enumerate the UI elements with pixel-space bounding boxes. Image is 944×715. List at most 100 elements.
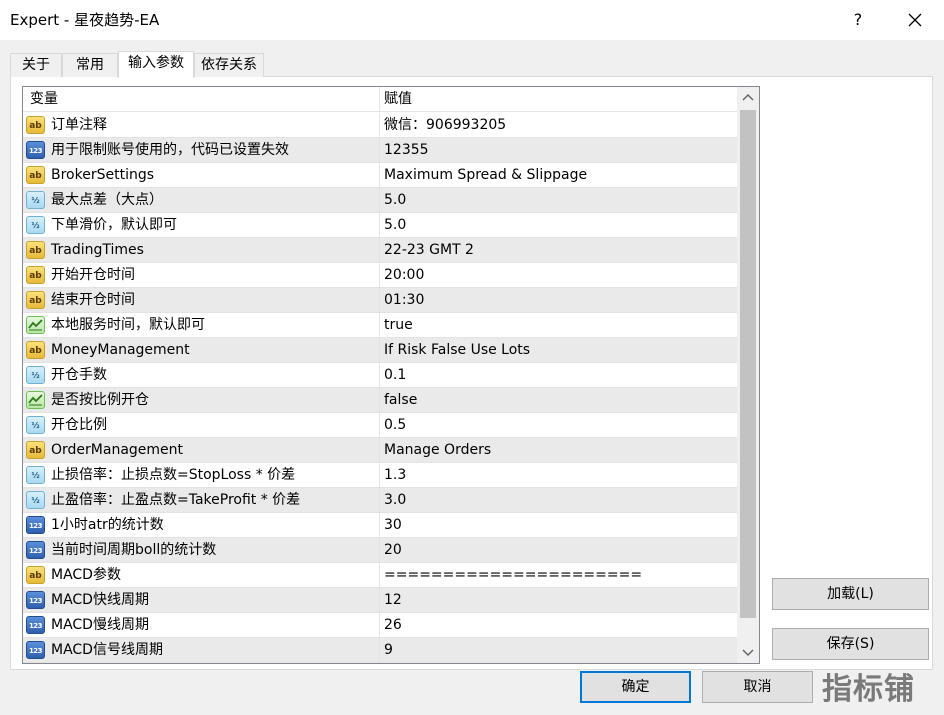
string-type-icon: ab [26, 291, 45, 309]
parameter-row[interactable]: ab MoneyManagement If Risk False Use Lots [23, 338, 737, 363]
close-icon [908, 13, 922, 27]
integer-type-icon: 123 [26, 641, 45, 659]
parameter-value[interactable]: 01:30 [384, 288, 424, 312]
parameter-value[interactable]: 微信：906993205 [384, 113, 506, 137]
tab-dependencies[interactable]: 依存关系 [194, 53, 264, 77]
parameter-row[interactable]: 123 当前时间周期boll的统计数 20 [23, 538, 737, 563]
parameter-name: 结束开仓时间 [51, 292, 135, 308]
column-header-variable[interactable]: 变量 [30, 87, 58, 112]
scrollbar-thumb[interactable] [740, 110, 756, 618]
parameter-value[interactable]: 5.0 [384, 188, 406, 212]
parameter-value[interactable]: 1.3 [384, 463, 406, 487]
parameter-value[interactable]: 22-23 GMT 2 [384, 238, 474, 262]
parameter-row[interactable]: ½ 开仓手数 0.1 [23, 363, 737, 388]
save-button[interactable]: 保存(S) [772, 628, 929, 660]
parameter-name: MoneyManagement [51, 342, 190, 358]
double-type-icon: ½ [26, 216, 45, 234]
parameter-row[interactable]: ½ 最大点差（大点） 5.0 [23, 188, 737, 213]
parameter-row[interactable]: 123 MACD信号线周期 9 [23, 638, 737, 663]
parameter-row[interactable]: 本地服务时间，默认即可 true [23, 313, 737, 338]
close-button[interactable] [903, 8, 927, 32]
double-type-icon: ½ [26, 366, 45, 384]
parameter-value[interactable]: If Risk False Use Lots [384, 338, 530, 362]
parameter-row[interactable]: 是否按比例开仓 false [23, 388, 737, 413]
boolean-type-icon [26, 316, 45, 334]
parameter-value[interactable]: 0.5 [384, 413, 406, 437]
string-type-icon: ab [26, 441, 45, 459]
parameter-name: 当前时间周期boll的统计数 [51, 542, 217, 558]
column-header-value[interactable]: 赋值 [384, 87, 412, 112]
parameter-row[interactable]: ab MACD参数 ====================== [23, 563, 737, 588]
parameter-value[interactable]: 26 [384, 613, 402, 637]
parameter-value[interactable]: 12355 [384, 138, 429, 162]
parameter-name: 订单注释 [51, 117, 107, 133]
parameter-value[interactable]: Maximum Spread & Slippage [384, 163, 587, 187]
parameter-row[interactable]: ½ 下单滑价，默认即可 5.0 [23, 213, 737, 238]
parameter-row[interactable]: ab TradingTimes 22-23 GMT 2 [23, 238, 737, 263]
parameter-value[interactable]: 30 [384, 513, 402, 537]
parameters-grid: 变量 赋值 ab 订单注释 微信：906993205 123 用于限制账号使用的，代码已… [22, 86, 760, 664]
grid-header: 变量 赋值 [23, 87, 737, 112]
parameter-name: BrokerSettings [51, 167, 155, 183]
parameter-value[interactable]: 20:00 [384, 263, 424, 287]
parameter-name: 1小时atr的统计数 [51, 517, 164, 533]
parameter-value[interactable]: 3.0 [384, 488, 406, 512]
parameter-name: MACD快线周期 [51, 592, 149, 608]
parameter-value[interactable]: 9 [384, 638, 393, 662]
tab-common[interactable]: 常用 [62, 53, 118, 77]
parameter-name: 下单滑价，默认即可 [51, 217, 177, 233]
scroll-down-arrow-icon[interactable] [737, 641, 759, 663]
parameter-row[interactable]: ab 开始开仓时间 20:00 [23, 263, 737, 288]
parameter-row[interactable]: ½ 止盈倍率：止盈点数=TakeProfit * 价差 3.0 [23, 488, 737, 513]
double-type-icon: ½ [26, 416, 45, 434]
string-type-icon: ab [26, 341, 45, 359]
scroll-up-arrow-icon[interactable] [737, 87, 759, 109]
help-button[interactable]: ? [848, 9, 868, 31]
parameter-value[interactable]: 12 [384, 588, 402, 612]
parameter-name: 开仓手数 [51, 367, 107, 383]
watermark-text: 指标铺 [822, 672, 915, 707]
parameter-name: 止盈倍率：止盈点数=TakeProfit * 价差 [51, 492, 301, 508]
string-type-icon: ab [26, 166, 45, 184]
double-type-icon: ½ [26, 491, 45, 509]
vertical-scrollbar[interactable] [737, 87, 759, 663]
parameter-row[interactable]: 123 用于限制账号使用的，代码已设置失效 12355 [23, 138, 737, 163]
parameter-value[interactable]: true [384, 313, 413, 337]
cancel-button[interactable]: 取消 [702, 671, 813, 703]
string-type-icon: ab [26, 116, 45, 134]
parameter-value[interactable]: 5.0 [384, 213, 406, 237]
integer-type-icon: 123 [26, 541, 45, 559]
parameter-value[interactable]: false [384, 388, 417, 412]
parameter-name: 止损倍率：止损点数=StopLoss * 价差 [51, 467, 296, 483]
parameter-name: TradingTimes [51, 242, 144, 258]
parameter-name: MACD信号线周期 [51, 642, 163, 658]
tab-inputs[interactable]: 输入参数 [118, 51, 194, 78]
parameter-value[interactable]: ====================== [384, 563, 642, 587]
parameter-value[interactable]: 20 [384, 538, 402, 562]
double-type-icon: ½ [26, 191, 45, 209]
parameter-row[interactable]: ½ 止损倍率：止损点数=StopLoss * 价差 1.3 [23, 463, 737, 488]
window-title: Expert - 星夜趋势-EA [10, 11, 160, 29]
parameter-name: 开仓比例 [51, 417, 107, 433]
parameter-row[interactable]: ab BrokerSettings Maximum Spread & Slippag… [23, 163, 737, 188]
integer-type-icon: 123 [26, 141, 45, 159]
parameter-value[interactable]: 0.1 [384, 363, 406, 387]
parameter-row[interactable]: ab 结束开仓时间 01:30 [23, 288, 737, 313]
parameter-name: MACD慢线周期 [51, 617, 149, 633]
parameter-name: 用于限制账号使用的，代码已设置失效 [51, 142, 289, 158]
parameter-row[interactable]: 123 MACD快线周期 12 [23, 588, 737, 613]
boolean-type-icon [26, 391, 45, 409]
tab-about[interactable]: 关于 [10, 53, 62, 77]
load-button[interactable]: 加载(L) [772, 578, 929, 610]
parameter-name: 本地服务时间，默认即可 [51, 317, 205, 333]
integer-type-icon: 123 [26, 516, 45, 534]
parameter-row[interactable]: 123 1小时atr的统计数 30 [23, 513, 737, 538]
parameter-value[interactable]: Manage Orders [384, 438, 491, 462]
parameter-row[interactable]: ½ 开仓比例 0.5 [23, 413, 737, 438]
parameter-row[interactable]: ab 订单注释 微信：906993205 [23, 113, 737, 138]
double-type-icon: ½ [26, 466, 45, 484]
string-type-icon: ab [26, 566, 45, 584]
parameter-row[interactable]: 123 MACD慢线周期 26 [23, 613, 737, 638]
ok-button[interactable]: 确定 [580, 671, 691, 703]
parameter-row[interactable]: ab OrderManagement Manage Orders [23, 438, 737, 463]
